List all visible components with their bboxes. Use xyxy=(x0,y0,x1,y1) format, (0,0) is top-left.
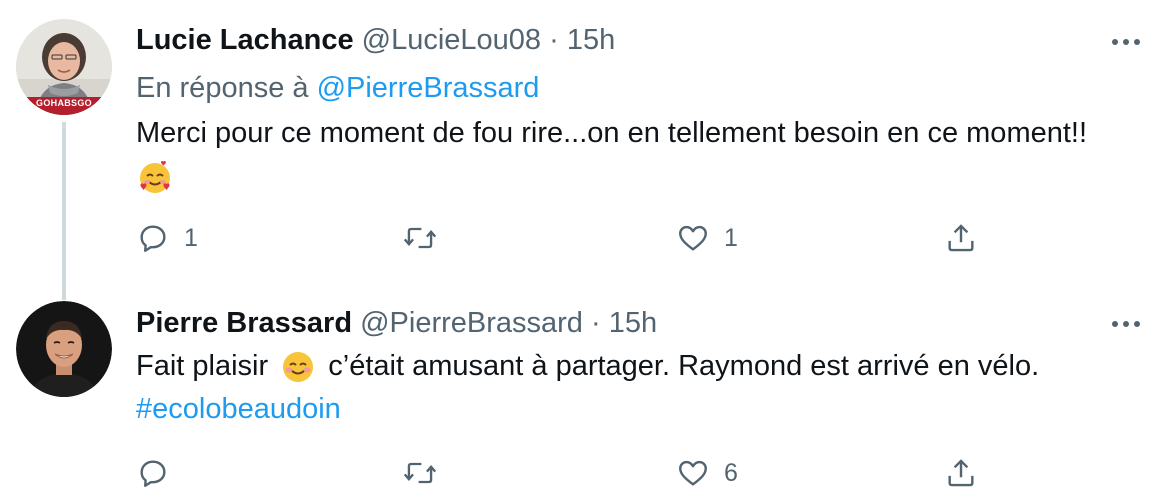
tweet-text-after-emoji: c’était amusant à partager. Raymond est … xyxy=(328,350,1040,382)
author-name[interactable]: Pierre Brassard xyxy=(136,307,352,339)
avatar[interactable] xyxy=(16,301,112,397)
thread-connector-line xyxy=(62,122,66,300)
retweet-arrows-icon xyxy=(403,462,437,484)
share-button[interactable] xyxy=(944,453,978,493)
tweet-header: Pierre Brassard @PierreBrassard · 15h xyxy=(136,303,657,343)
tweet-text: Merci pour ce moment de fou rire...on en… xyxy=(136,112,1146,198)
share-upload-icon xyxy=(948,459,974,487)
header-separator: · xyxy=(591,307,601,339)
tweet[interactable]: GOHABSGO Lucie Lachance @LucieLou08 · 15… xyxy=(0,0,1172,300)
more-button[interactable] xyxy=(1108,24,1144,60)
speech-bubble-icon xyxy=(140,225,166,252)
author-name[interactable]: Lucie Lachance xyxy=(136,24,354,56)
header-separator: · xyxy=(549,24,559,56)
reply-count: 1 xyxy=(184,223,198,252)
hashtag-link[interactable]: #ecolobeaudoin xyxy=(136,388,1146,431)
smiling-face-with-hearts-icon xyxy=(140,161,170,194)
speech-bubble-icon xyxy=(140,460,166,487)
tweet-actions: 6 xyxy=(136,453,1036,493)
reply-button[interactable]: 1 xyxy=(136,218,198,258)
reply-prefix: En réponse à xyxy=(136,72,309,104)
tweet-text-before-emoji: Fait plaisir xyxy=(136,350,269,382)
tweet-text: Fait plaisir c’était amusant à partager.… xyxy=(136,345,1146,431)
tweet-time[interactable]: 15h xyxy=(609,307,657,339)
like-button[interactable]: 6 xyxy=(676,453,738,493)
retweet-button[interactable] xyxy=(402,453,452,493)
tweet-time[interactable]: 15h xyxy=(567,24,615,56)
avatar[interactable]: GOHABSGO xyxy=(16,19,112,115)
tweet-text-content: Merci pour ce moment de fou rire...on en… xyxy=(136,117,1088,149)
share-button[interactable] xyxy=(944,218,978,258)
more-dots-icon xyxy=(1112,321,1140,327)
share-upload-icon xyxy=(948,224,974,252)
reply-context: En réponse à @PierreBrassard xyxy=(136,68,539,108)
more-dots-icon xyxy=(1112,39,1140,45)
smiling-face-with-smiling-eyes-icon xyxy=(283,352,314,383)
heart-outline-icon xyxy=(679,460,707,486)
reply-mention-link[interactable]: @PierreBrassard xyxy=(317,72,540,104)
retweet-button[interactable] xyxy=(402,218,452,258)
tweet-actions: 1 1 xyxy=(136,218,1036,258)
like-count: 6 xyxy=(724,458,738,487)
tweet[interactable]: Pierre Brassard @PierreBrassard · 15h Fa… xyxy=(0,290,1172,502)
reply-button[interactable] xyxy=(136,453,184,493)
avatar-badge-text: GOHABSGO xyxy=(36,98,92,108)
tweet-header: Lucie Lachance @LucieLou08 · 15h xyxy=(136,20,615,60)
like-count: 1 xyxy=(724,223,738,252)
avatar-pierre-image xyxy=(16,301,112,397)
like-button[interactable]: 1 xyxy=(676,218,738,258)
more-button[interactable] xyxy=(1108,306,1144,342)
retweet-arrows-icon xyxy=(403,227,437,249)
author-handle[interactable]: @LucieLou08 xyxy=(362,24,541,56)
author-handle[interactable]: @PierreBrassard xyxy=(360,307,583,339)
heart-outline-icon xyxy=(679,225,707,251)
